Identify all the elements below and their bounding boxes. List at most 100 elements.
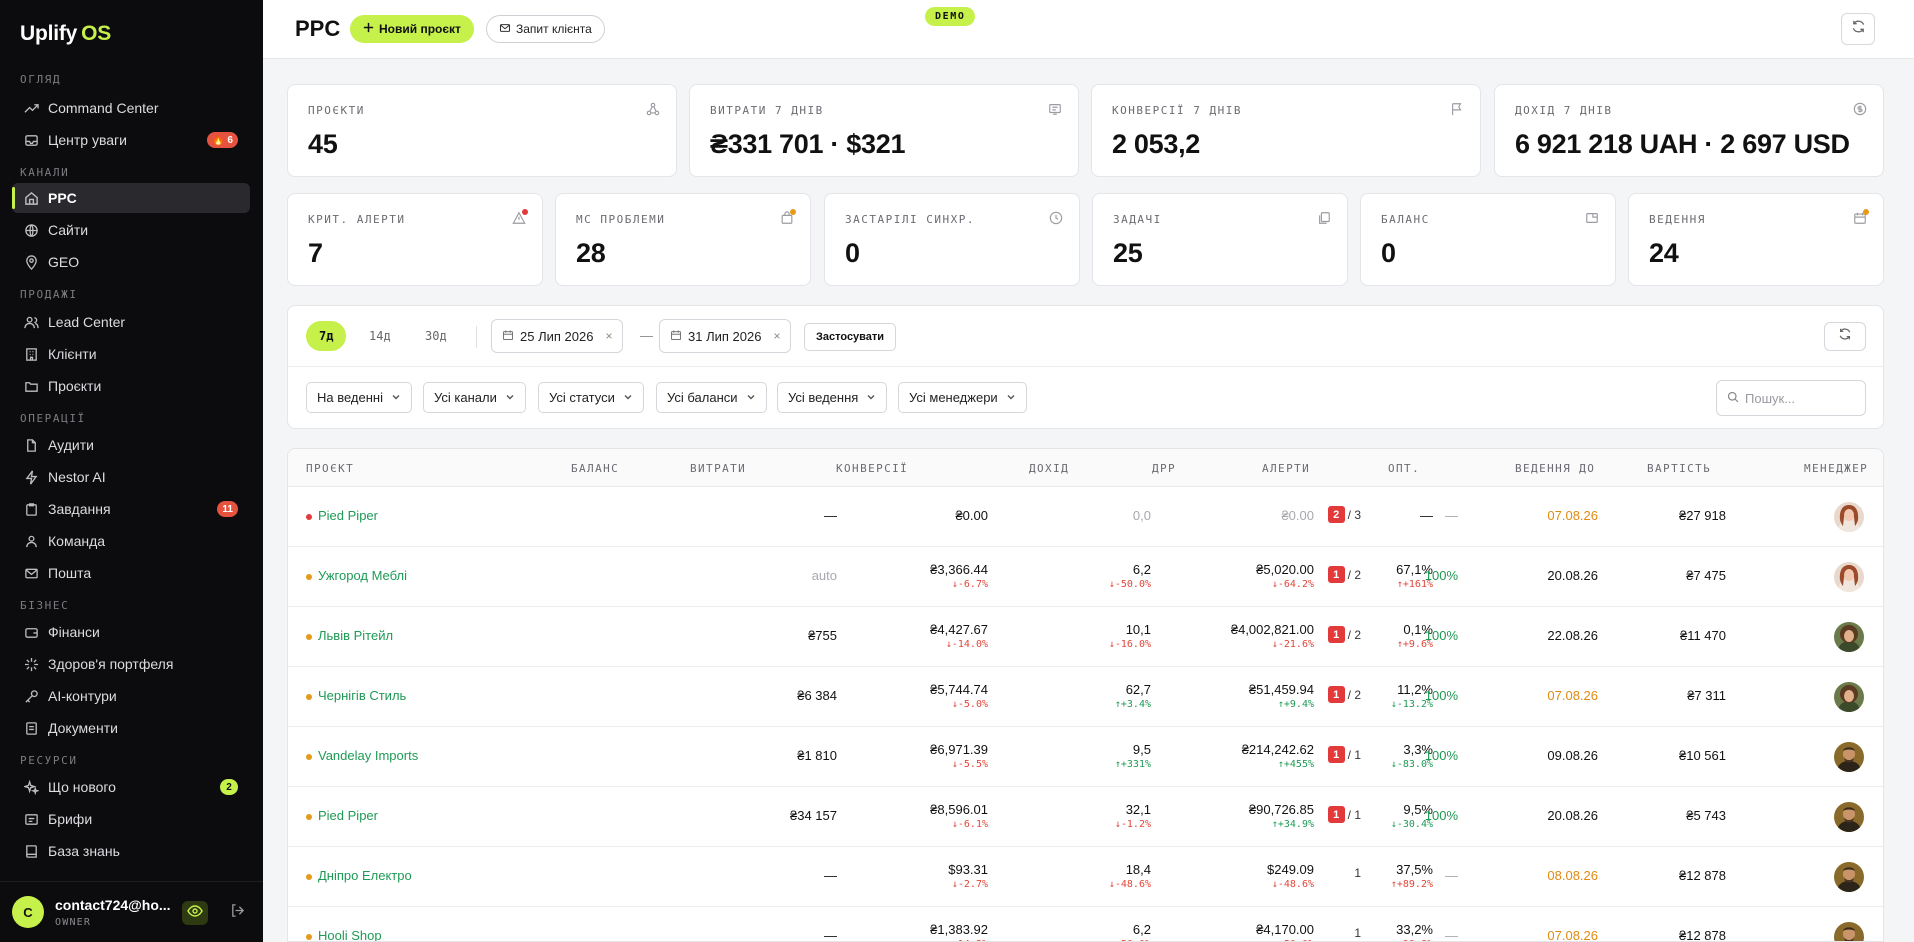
sidebar-item-ppc[interactable]: PPC [12,183,250,213]
sidebar-item-mail[interactable]: Пошта [12,558,250,588]
col-revenue[interactable]: ДОХІД [1029,462,1069,475]
project-name-link[interactable]: Pied Piper [318,508,378,523]
stat-card-management[interactable]: ВЕДЕННЯ 24 [1628,193,1884,286]
filter-channels-select[interactable]: Усі канали [423,382,526,413]
table-row[interactable]: Ужгород Меблі auto ₴3,366.44 ↓-6.7% 6,2 ↓-50.… [288,547,1883,607]
mail-icon [24,566,39,581]
new-project-button[interactable]: Новий проєкт [350,15,474,43]
col-alerts[interactable]: АЛЕРТИ [1262,462,1310,475]
col-cost[interactable]: ВАРТІСТЬ [1647,462,1711,475]
stat-card-stale-sync[interactable]: ЗАСТАРІЛІ СИНХР. 0 [824,193,1080,286]
stat-card-balance[interactable]: БАЛАНС 0 [1360,193,1616,286]
stat-card-tasks[interactable]: ЗАДАЧІ 25 [1092,193,1348,286]
alerts-cell[interactable]: 2/ 3 [1291,506,1361,523]
filter-balances-select[interactable]: Усі баланси [656,382,767,413]
sidebar-item-clients[interactable]: Клієнти [12,339,250,369]
col-project[interactable]: ПРОЄКТ [306,462,354,475]
building-icon [24,347,39,362]
sidebar-item-projects[interactable]: Проєкти [12,371,250,401]
project-name-link[interactable]: Львів Рітейл [318,628,393,643]
date-from-picker[interactable]: 25 Лип 2026 × [491,319,624,353]
client-request-button[interactable]: Запит клієнта [486,15,605,43]
sidebar-item-tasks[interactable]: Завдання 11 [12,494,250,524]
table-row[interactable]: Дніпро Електро — $93.31 ↓-2.7% 18,4 ↓-48.6% $2… [288,847,1883,907]
app-logo[interactable]: Uplify OS [20,22,111,46]
alerts-cell[interactable]: 1/ 1 [1291,806,1361,823]
apply-button[interactable]: Застосувати [804,323,897,351]
clear-date-from-icon[interactable]: × [605,329,612,343]
col-balance[interactable]: БАЛАНС [571,462,619,475]
sidebar-item-documents[interactable]: Документи [12,713,250,743]
col-opt[interactable]: ОПТ. [1388,462,1420,475]
sidebar-item-finance[interactable]: Фінанси [12,617,250,647]
manager-avatar[interactable] [1834,802,1864,832]
clear-date-to-icon[interactable]: × [773,329,780,343]
manager-avatar[interactable] [1834,562,1864,592]
col-until[interactable]: ВЕДЕННЯ ДО [1515,462,1595,475]
table-row[interactable]: Pied Piper ₴34 157 ₴8,596.01 ↓-6.1% 32,1 ↓-1.… [288,787,1883,847]
project-name-link[interactable]: Vandelay Imports [318,748,418,763]
col-conversions[interactable]: КОНВЕРСІЇ [836,462,908,475]
manager-avatar[interactable] [1834,862,1864,892]
sidebar-item-nestor-ai[interactable]: Nestor AI [12,462,250,492]
stat-card-spend[interactable]: ВИТРАТИ 7 ДНІВ ₴331 701 · $321 [689,84,1079,177]
table-row[interactable]: Hooli Shop—₴1,383.92↓-14.3%6,2↓-50.0%₴4,… [288,907,1883,941]
sidebar-item-knowledge-base[interactable]: База знань [12,836,250,866]
alerts-cell[interactable]: 1/ 2 [1291,566,1361,583]
sidebar-item-whats-new[interactable]: Що нового 2 [12,772,250,802]
sidebar-item-sites[interactable]: Сайти [12,215,250,245]
stat-card-critical-alerts[interactable]: КРИТ. АЛЕРТИ 7 [287,193,543,286]
filter-statuses-select[interactable]: Усі статуси [538,382,644,413]
sidebar-item-attention[interactable]: Центр уваги 🔥 6 [12,125,250,155]
view-mode-button[interactable] [182,901,208,925]
period-7d[interactable]: 7д [306,321,347,351]
filter-management-select[interactable]: Усі ведення [777,382,888,413]
sidebar-item-briefs[interactable]: Брифи [12,804,250,834]
table-row[interactable]: Чернігів Стиль ₴6 384 ₴5,744.74 ↓-5.0% 62,7 ↑… [288,667,1883,727]
sidebar-item-command-center[interactable]: Command Center [12,93,250,123]
col-spend[interactable]: ВИТРАТИ [690,462,746,475]
table-row[interactable]: Львів Рітейл ₴755 ₴4,427.67 ↓-14.0% 10,1 ↓-16… [288,607,1883,667]
manager-avatar[interactable] [1834,742,1864,772]
alerts-cell[interactable]: 1 [1291,926,1361,940]
project-name-link[interactable]: Ужгород Меблі [318,568,407,583]
sidebar-item-portfolio-health[interactable]: Здоров'я портфеля [12,649,250,679]
stat-card-revenue[interactable]: ДОХІД 7 ДНІВ 6 921 218 UAH · 2 697 USD [1494,84,1884,177]
alerts-cell[interactable]: 1/ 2 [1291,686,1361,703]
sidebar-item-audits[interactable]: Аудити [12,430,250,460]
sidebar-item-geo[interactable]: GEO [12,247,250,277]
manager-avatar[interactable] [1834,682,1864,712]
alerts-cell[interactable]: 1/ 2 [1291,626,1361,643]
filter-refresh-button[interactable] [1824,322,1866,351]
user-avatar[interactable]: C [12,896,44,928]
manager-avatar[interactable] [1834,922,1864,941]
sidebar-item-team[interactable]: Команда [12,526,250,556]
table-row[interactable]: Pied Piper — ₴0.00 0,0 ₴0.00—2/ 3—07.08.26 ₴2… [288,487,1883,547]
manager-avatar[interactable] [1834,502,1864,532]
stat-card-projects[interactable]: ПРОЄКТИ 45 [287,84,677,177]
search-input[interactable] [1745,390,1855,406]
alerts-cell[interactable]: 1 [1291,866,1361,880]
manager-avatar[interactable] [1834,622,1864,652]
refresh-button[interactable] [1841,13,1875,45]
period-14d[interactable]: 14д [356,321,404,351]
project-name-link[interactable]: Чернігів Стиль [318,688,406,703]
stat-card-ms-problems[interactable]: МС ПРОБЛЕМИ 28 [555,193,811,286]
date-to-picker[interactable]: 31 Лип 2026 × [659,319,792,353]
project-name-link[interactable]: Pied Piper [318,808,378,823]
balance-value: — [824,508,837,523]
table-row[interactable]: Vandelay Imports ₴1 810 ₴6,971.39 ↓-5.5% 9,5… [288,727,1883,787]
filter-status-select[interactable]: На веденні [306,382,412,413]
sidebar-item-ai-contours[interactable]: AI-контури [12,681,250,711]
filter-panel: 7д 14д 30д 25 Лип 2026 × — 31 Лип 2026 ×… [287,305,1884,429]
project-name-link[interactable]: Hooli Shop [318,928,382,941]
col-drr[interactable]: ДРР [1152,462,1176,475]
sidebar-item-lead-center[interactable]: Lead Center [12,307,250,337]
logout-button[interactable] [226,901,248,925]
alerts-cell[interactable]: 1/ 1 [1291,746,1361,763]
project-name-link[interactable]: Дніпро Електро [318,868,412,883]
filter-managers-select[interactable]: Усі менеджери [898,382,1027,413]
col-manager[interactable]: МЕНЕДЖЕР [1804,462,1868,475]
stat-card-conversions[interactable]: КОНВЕРСІЇ 7 ДНІВ 2 053,2 [1091,84,1481,177]
period-30d[interactable]: 30д [412,321,460,351]
